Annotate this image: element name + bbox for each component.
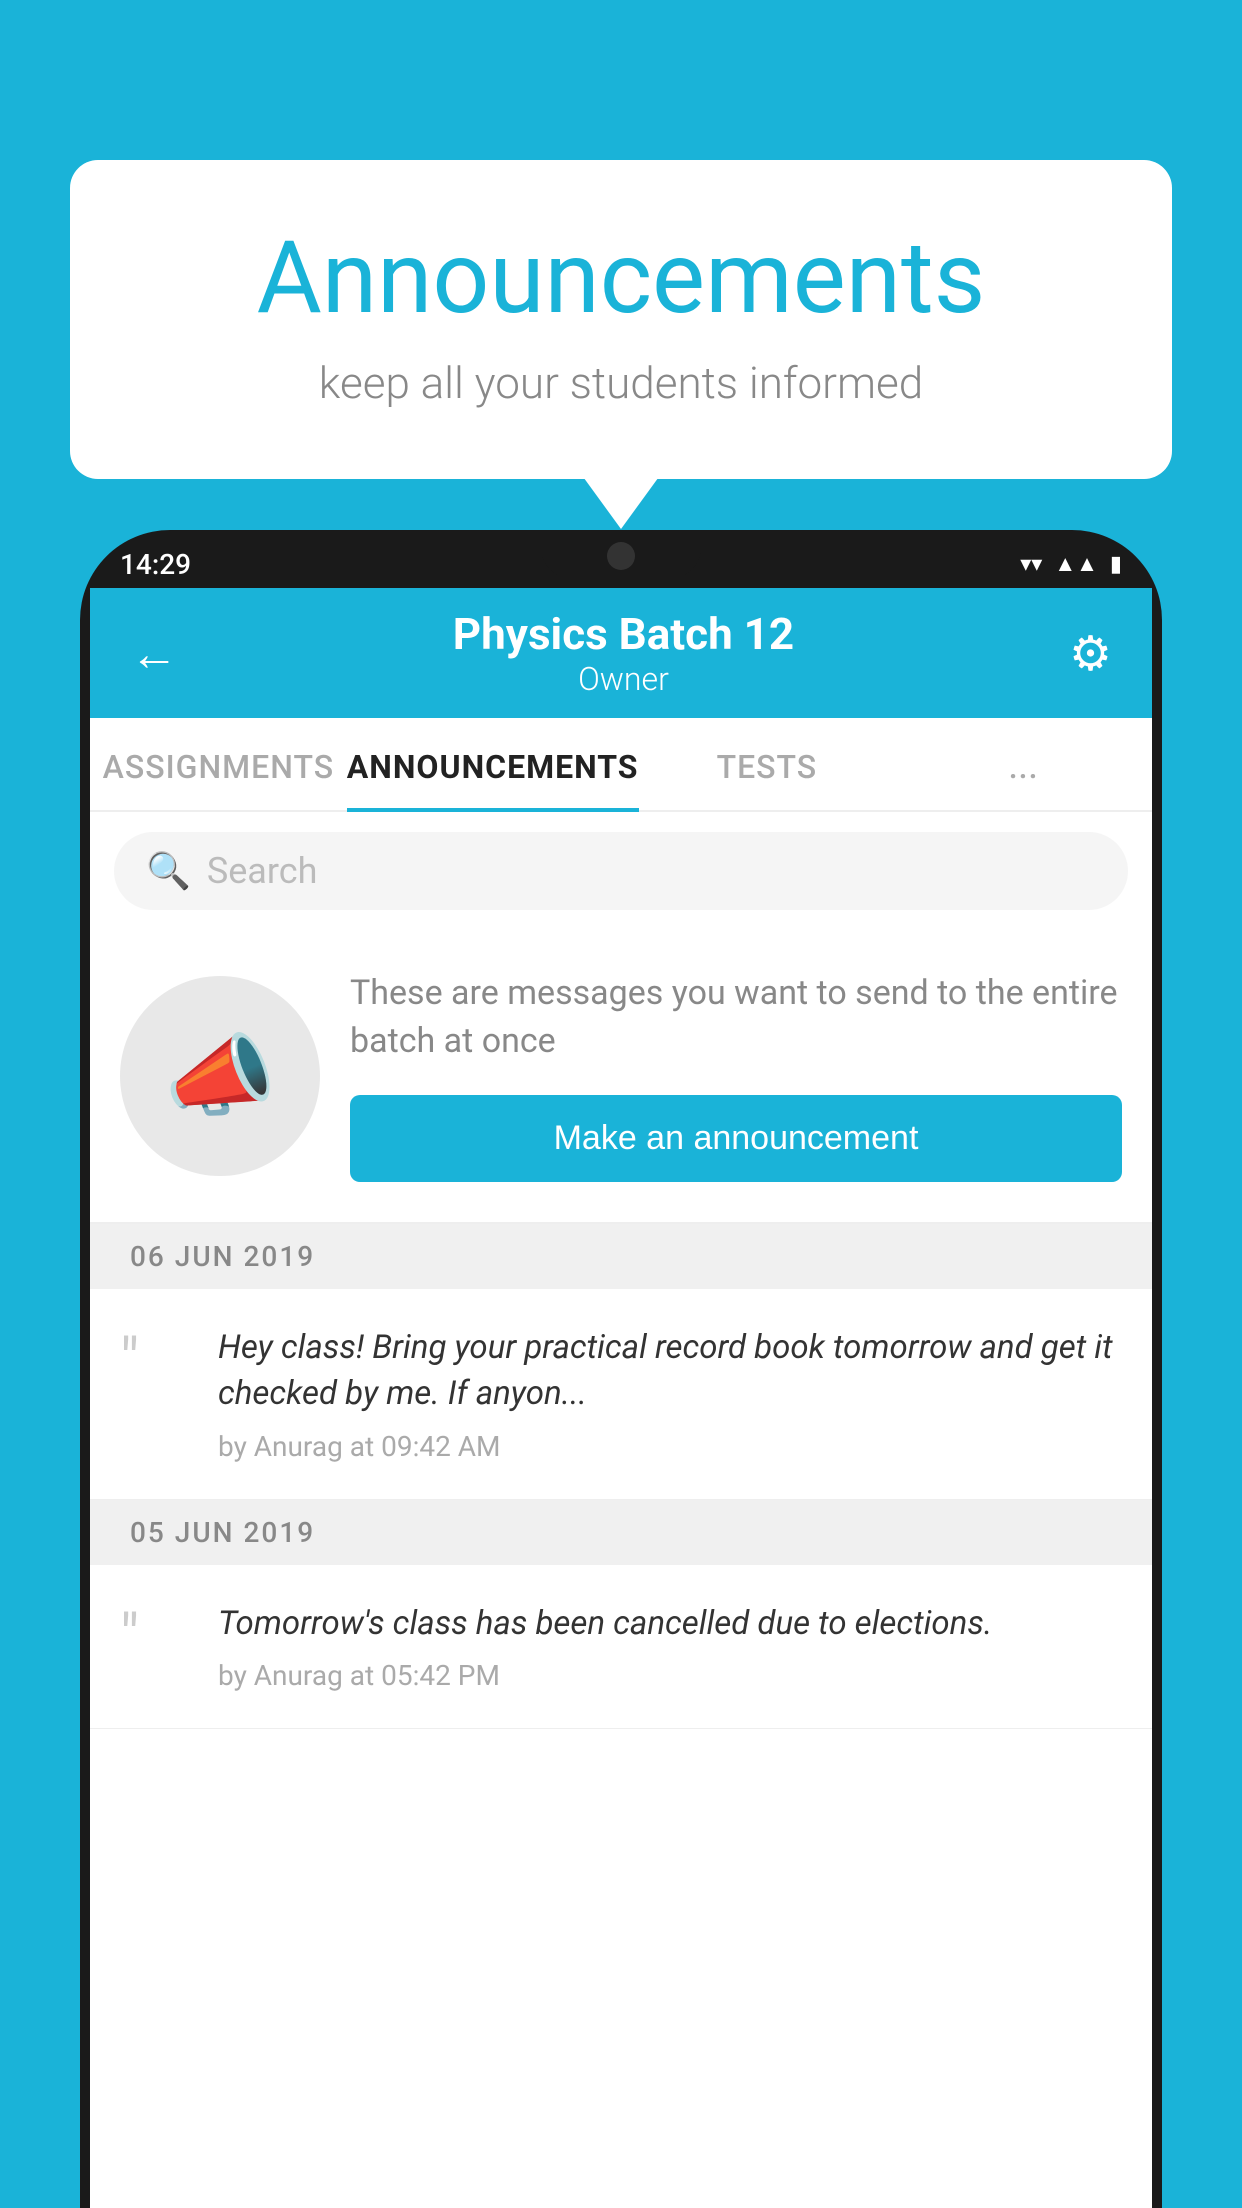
signal-icon: ▲▲ (1054, 551, 1098, 577)
phone-frame: 14:29 ▾▾ ▲▲ ▮ ← Physics Batch 12 Owner ⚙… (80, 530, 1162, 2208)
app-header: ← Physics Batch 12 Owner ⚙ (90, 588, 1152, 718)
back-button[interactable]: ← (130, 625, 178, 682)
batch-subtitle: Owner (453, 660, 794, 698)
make-announcement-button[interactable]: Make an announcement (350, 1095, 1122, 1182)
header-title-area: Physics Batch 12 Owner (453, 608, 794, 698)
announcement-meta-2: by Anurag at 05:42 PM (218, 1659, 1122, 1692)
tab-more[interactable]: ... (895, 718, 1152, 810)
announcement-item-2: " Tomorrow's class has been cancelled du… (90, 1565, 1152, 1729)
search-placeholder: Search (207, 850, 318, 892)
search-box[interactable]: 🔍 Search (114, 832, 1128, 910)
speech-bubble: Announcements keep all your students inf… (70, 160, 1172, 479)
search-container: 🔍 Search (90, 812, 1152, 930)
announcement-content-1: Hey class! Bring your practical record b… (218, 1325, 1122, 1462)
status-icons: ▾▾ ▲▲ ▮ (1020, 551, 1122, 577)
promo-icon-circle: 📣 (120, 976, 320, 1176)
megaphone-icon: 📣 (164, 1024, 276, 1129)
settings-icon[interactable]: ⚙ (1069, 625, 1112, 682)
batch-title: Physics Batch 12 (453, 608, 794, 660)
bubble-subtitle: keep all your students informed (150, 357, 1092, 409)
announcement-meta-1: by Anurag at 09:42 AM (218, 1430, 1122, 1463)
tab-announcements[interactable]: ANNOUNCEMENTS (347, 718, 639, 810)
promo-content: These are messages you want to send to t… (350, 970, 1122, 1182)
status-time: 14:29 (120, 548, 191, 581)
quote-icon-1: " (120, 1331, 190, 1391)
announcement-message-2[interactable]: Tomorrow's class has been cancelled due … (218, 1601, 1122, 1647)
promo-description: These are messages you want to send to t… (350, 970, 1122, 1065)
battery-icon: ▮ (1110, 552, 1122, 577)
promo-section: 📣 These are messages you want to send to… (90, 930, 1152, 1224)
phone-screen: ← Physics Batch 12 Owner ⚙ ASSIGNMENTS A… (90, 588, 1152, 2208)
announcement-message-1[interactable]: Hey class! Bring your practical record b… (218, 1325, 1122, 1417)
phone-notch (541, 530, 701, 578)
tab-assignments[interactable]: ASSIGNMENTS (90, 718, 347, 810)
quote-icon-2: " (120, 1607, 190, 1667)
tabs-bar: ASSIGNMENTS ANNOUNCEMENTS TESTS ... (90, 718, 1152, 812)
announcement-item-1: " Hey class! Bring your practical record… (90, 1289, 1152, 1499)
date-separator-1: 06 JUN 2019 (90, 1224, 1152, 1289)
date-separator-2: 05 JUN 2019 (90, 1500, 1152, 1565)
announcement-content-2: Tomorrow's class has been cancelled due … (218, 1601, 1122, 1692)
tab-tests[interactable]: TESTS (639, 718, 896, 810)
bubble-title: Announcements (150, 220, 1092, 337)
search-icon: 🔍 (146, 850, 191, 892)
phone-camera (607, 542, 635, 570)
wifi-icon: ▾▾ (1020, 552, 1042, 577)
